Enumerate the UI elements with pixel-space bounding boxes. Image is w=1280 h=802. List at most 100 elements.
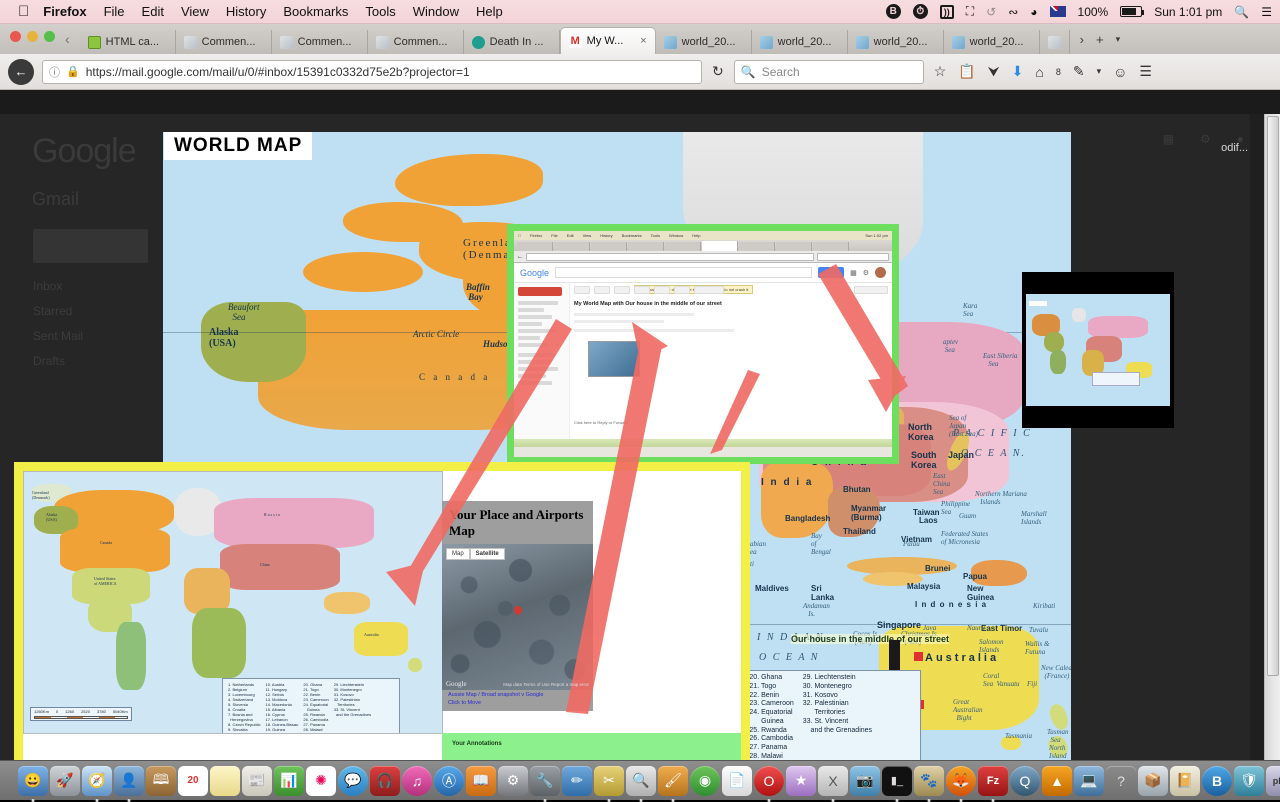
unknown-app-icon[interactable]: ? bbox=[1106, 766, 1136, 796]
menu-item-edit[interactable]: Edit bbox=[142, 4, 164, 19]
smiley-icon[interactable]: ☺ bbox=[1111, 64, 1129, 80]
map-terms-text[interactable]: Map data Terms of Use Report a map error bbox=[503, 682, 589, 687]
address-book-icon[interactable]: 🕮 bbox=[146, 766, 176, 796]
firefox-icon[interactable]: 🦊 bbox=[946, 766, 976, 796]
panel-link-2[interactable]: Click to Move bbox=[448, 699, 587, 707]
safari-icon[interactable]: 🧭 bbox=[82, 766, 112, 796]
tab-scroll-right-icon[interactable]: › bbox=[1080, 32, 1084, 47]
new-tab-button[interactable]: + bbox=[1096, 32, 1104, 47]
sidebar-item-drafts[interactable]: Drafts bbox=[33, 354, 65, 368]
window-controls[interactable] bbox=[6, 24, 63, 54]
image-icon[interactable]: 📷 bbox=[850, 766, 880, 796]
star-icon[interactable]: ★ bbox=[786, 766, 816, 796]
sidebar-item-sent[interactable]: Sent Mail bbox=[33, 329, 83, 343]
document-icon[interactable]: 📄 bbox=[722, 766, 752, 796]
page-info-icon[interactable]: ⓘ bbox=[49, 64, 60, 80]
launchpad-icon[interactable]: 🚀 bbox=[50, 766, 80, 796]
keynote-icon[interactable]: 🖌 bbox=[658, 766, 688, 796]
spotlight-search-icon[interactable]: 🔍 bbox=[1234, 5, 1249, 19]
list-all-tabs-icon[interactable]: ▾ bbox=[1116, 34, 1121, 45]
tab-extra[interactable] bbox=[1040, 30, 1070, 54]
back-button[interactable]: ← bbox=[8, 59, 34, 85]
tab-world-1[interactable]: world_20... bbox=[656, 30, 752, 54]
notes-icon[interactable] bbox=[210, 766, 240, 796]
menu-item-window[interactable]: Window bbox=[413, 4, 459, 19]
compose-button[interactable] bbox=[33, 229, 148, 263]
address-bar[interactable]: ⓘ 🔒 https://mail.google.com/mail/u/0/#in… bbox=[42, 60, 702, 84]
news-icon[interactable]: 📰 bbox=[242, 766, 272, 796]
reload-button[interactable]: ↻ bbox=[710, 63, 726, 80]
menu-item-view[interactable]: View bbox=[181, 4, 209, 19]
terminal-icon[interactable]: ▮_ bbox=[882, 766, 912, 796]
gimp-icon[interactable]: 🐾 bbox=[914, 766, 944, 796]
filezilla-icon[interactable]: Fz bbox=[978, 766, 1008, 796]
bluetooth-icon[interactable]: ∾ bbox=[1008, 5, 1018, 19]
notification-center-icon[interactable]: ☰ bbox=[1261, 5, 1272, 19]
bookmark-star-icon[interactable]: ☆ bbox=[932, 63, 949, 80]
numbers-icon[interactable]: 📊 bbox=[274, 766, 304, 796]
system-preferences-icon[interactable]: ⚙ bbox=[498, 766, 528, 796]
virtualbox-icon[interactable]: 📦 bbox=[1138, 766, 1168, 796]
scrollbar-thumb[interactable] bbox=[1267, 116, 1279, 676]
close-tab-icon[interactable]: × bbox=[640, 35, 646, 47]
opera-icon[interactable]: O bbox=[754, 766, 784, 796]
airplay-display-icon[interactable]: ⛶ bbox=[966, 4, 974, 19]
apps-grid-icon[interactable]: ▦ bbox=[1163, 132, 1174, 146]
vlc-icon[interactable]: ▲ bbox=[1042, 766, 1072, 796]
utilities-icon[interactable]: 🔧 bbox=[530, 766, 560, 796]
search-bar[interactable]: 🔍 Search bbox=[734, 60, 924, 84]
finder-icon[interactable]: 😀 bbox=[18, 766, 48, 796]
tab-scroll-left-icon[interactable]: ‹ bbox=[63, 31, 80, 54]
app-store-icon[interactable]: Ⓐ bbox=[434, 766, 464, 796]
pocket-icon[interactable]: ⮟ bbox=[986, 63, 1002, 80]
tab-satellite[interactable]: Satellite bbox=[470, 548, 505, 560]
addon-dropdown-icon[interactable]: ▾ bbox=[1095, 66, 1104, 77]
php-icon[interactable]: php bbox=[1266, 766, 1280, 796]
zoom-window-button[interactable] bbox=[44, 31, 55, 42]
contacts-icon[interactable]: 👤 bbox=[114, 766, 144, 796]
tab-commen-3[interactable]: Commen... bbox=[368, 30, 464, 54]
airplay-audio-icon[interactable]: )) bbox=[940, 5, 954, 19]
tab-death-in[interactable]: Death In ... bbox=[464, 30, 560, 54]
pages-icon[interactable]: ✏ bbox=[562, 766, 592, 796]
tab-html-ca[interactable]: HTML ca... bbox=[80, 30, 176, 54]
time-machine-icon[interactable]: ↺ bbox=[986, 5, 996, 19]
minimize-window-button[interactable] bbox=[27, 31, 38, 42]
menu-item-file[interactable]: File bbox=[104, 4, 125, 19]
sidebar-item-starred[interactable]: Starred bbox=[33, 304, 72, 318]
tab-my-world-map[interactable]: M My W... × bbox=[560, 27, 656, 54]
tab-world-4[interactable]: world_20... bbox=[944, 30, 1040, 54]
tab-map[interactable]: Map bbox=[446, 548, 470, 560]
tab-commen-2[interactable]: Commen... bbox=[272, 30, 368, 54]
clock-icon[interactable]: ⏱ bbox=[913, 4, 928, 19]
photos-icon[interactable]: ✺ bbox=[306, 766, 336, 796]
xquartz-icon[interactable]: X bbox=[818, 766, 848, 796]
contacts2-icon[interactable]: 📔 bbox=[1170, 766, 1200, 796]
menu-item-firefox[interactable]: Firefox bbox=[43, 4, 86, 19]
chrome-icon[interactable]: ◉ bbox=[690, 766, 720, 796]
google-satellite-map[interactable]: Map Satellite Google Map data Terms of U… bbox=[442, 544, 593, 690]
ibooks-icon[interactable]: 📖 bbox=[466, 766, 496, 796]
panel-links[interactable]: Aussie Map / Broad snapshot v Google Cli… bbox=[442, 690, 593, 712]
downloads-icon[interactable]: ⬇ bbox=[1010, 63, 1026, 80]
addon-icon[interactable]: ✎ bbox=[1071, 63, 1087, 80]
menu-item-help[interactable]: Help bbox=[476, 4, 503, 19]
gear-icon[interactable]: ⚙ bbox=[1200, 132, 1211, 146]
menu-item-bookmarks[interactable]: Bookmarks bbox=[283, 4, 348, 19]
scissors-icon[interactable]: ✂ bbox=[594, 766, 624, 796]
keyboard-flag-icon[interactable] bbox=[1050, 6, 1066, 17]
tab-world-2[interactable]: world_20... bbox=[752, 30, 848, 54]
map-type-tabs[interactable]: Map Satellite bbox=[446, 548, 505, 560]
page-scrollbar[interactable]: ▾ bbox=[1264, 114, 1280, 784]
battery-icon[interactable] bbox=[1120, 6, 1142, 17]
reader-icon[interactable]: 📋 bbox=[956, 63, 977, 80]
itunes-icon[interactable]: ♫ bbox=[402, 766, 432, 796]
panel-link-1[interactable]: Aussie Map / Broad snapshot v Google bbox=[448, 691, 587, 699]
bitcoin-icon[interactable]: B bbox=[1202, 766, 1232, 796]
messages-icon[interactable]: 💬 bbox=[338, 766, 368, 796]
menu-item-tools[interactable]: Tools bbox=[365, 4, 395, 19]
tab-world-3[interactable]: world_20... bbox=[848, 30, 944, 54]
apple-menu-icon[interactable]:  bbox=[18, 4, 29, 19]
sidebar-item-inbox[interactable]: Inbox bbox=[33, 279, 62, 293]
comics-icon[interactable]: 🎧 bbox=[370, 766, 400, 796]
